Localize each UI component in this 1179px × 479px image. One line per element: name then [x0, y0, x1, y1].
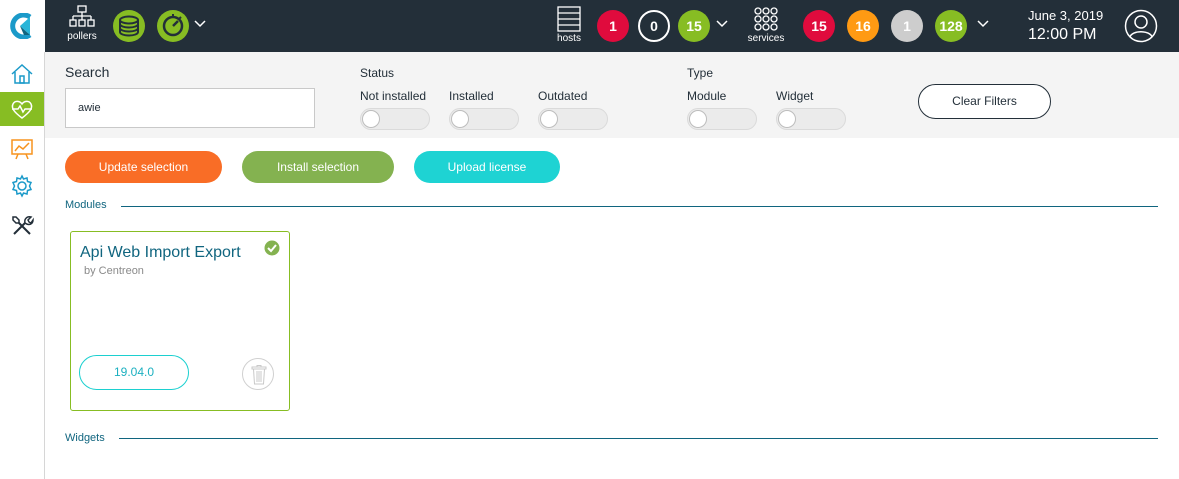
top-bar: pollers hosts 1 0 15 services 15 16 1 12…: [0, 0, 1179, 52]
not-installed-toggle[interactable]: [360, 108, 430, 130]
pollers-label: pollers: [67, 31, 97, 42]
date-text: June 3, 2019: [1028, 8, 1104, 23]
sidebar-item-reporting[interactable]: [0, 132, 44, 166]
services-icon: [754, 7, 778, 31]
install-selection-button[interactable]: Install selection: [242, 151, 394, 183]
configuration-icon: [11, 174, 33, 198]
module-title: Api Web Import Export: [80, 244, 241, 261]
installed-check-icon: [264, 240, 280, 261]
modules-section-title: Modules: [65, 199, 107, 211]
service-critical-badge[interactable]: 15: [803, 10, 835, 42]
search-label: Search: [65, 64, 110, 80]
module-card[interactable]: Api Web Import Export by Centreon 19.04.…: [70, 231, 290, 411]
widgets-divider: [119, 438, 1158, 439]
search-input[interactable]: awie: [65, 88, 315, 128]
administration-icon: [12, 216, 34, 235]
type-title: Type: [687, 66, 714, 80]
widget-label: Widget: [776, 89, 814, 103]
sidebar-item-home[interactable]: [0, 57, 44, 91]
hosts-icon: [557, 6, 581, 32]
widget-toggle[interactable]: [776, 108, 846, 130]
database-icon[interactable]: [113, 10, 145, 42]
chevron-down-icon[interactable]: [194, 20, 206, 28]
services-label: services: [747, 33, 785, 44]
sidebar-item-monitoring[interactable]: [0, 92, 44, 126]
modules-divider: [121, 206, 1158, 207]
outdated-toggle[interactable]: [538, 108, 608, 130]
chevron-down-icon[interactable]: [716, 20, 728, 28]
installed-toggle[interactable]: [449, 108, 519, 130]
service-ok-badge[interactable]: 128: [935, 10, 967, 42]
module-toggle[interactable]: [687, 108, 757, 130]
host-up-badge[interactable]: 15: [678, 10, 710, 42]
outdated-label: Outdated: [538, 89, 588, 103]
service-warning-badge[interactable]: 16: [847, 10, 879, 42]
hosts-button[interactable]: hosts: [552, 6, 586, 44]
reporting-icon: [11, 139, 33, 160]
filter-panel: Search awie Status Not installed Install…: [45, 52, 1179, 138]
installed-label: Installed: [449, 89, 494, 103]
sidebar-item-configuration[interactable]: [0, 169, 44, 203]
trash-icon: [251, 365, 267, 385]
status-title: Status: [360, 66, 395, 80]
host-down-badge[interactable]: 1: [597, 10, 629, 42]
widgets-section-title: Widgets: [65, 432, 105, 444]
clear-filters-button[interactable]: Clear Filters: [918, 84, 1051, 119]
pollers-icon: [69, 5, 95, 27]
delete-button[interactable]: [242, 358, 274, 390]
clock: June 3, 2019 12:00 PM: [1028, 8, 1103, 44]
monitoring-icon: [11, 100, 33, 119]
gauge-icon[interactable]: [157, 10, 189, 42]
service-unknown-badge[interactable]: 1: [891, 10, 923, 42]
pollers-button[interactable]: pollers: [63, 5, 101, 42]
module-author: by Centreon: [84, 265, 144, 277]
user-icon[interactable]: [1124, 9, 1158, 48]
host-unreachable-badge[interactable]: 0: [638, 10, 670, 42]
hosts-label: hosts: [557, 33, 581, 44]
upload-license-button[interactable]: Upload license: [414, 151, 560, 183]
module-label: Module: [687, 89, 727, 103]
home-icon: [11, 63, 33, 84]
logo-icon[interactable]: [0, 0, 45, 52]
services-button[interactable]: services: [742, 6, 790, 44]
chevron-down-icon[interactable]: [977, 20, 989, 28]
sidebar-item-administration[interactable]: [0, 209, 44, 243]
time-text: 12:00 PM: [1028, 26, 1097, 43]
not-installed-label: Not installed: [360, 89, 427, 103]
update-selection-button[interactable]: Update selection: [65, 151, 222, 183]
sidebar: [0, 52, 45, 479]
version-button[interactable]: 19.04.0: [79, 355, 189, 390]
